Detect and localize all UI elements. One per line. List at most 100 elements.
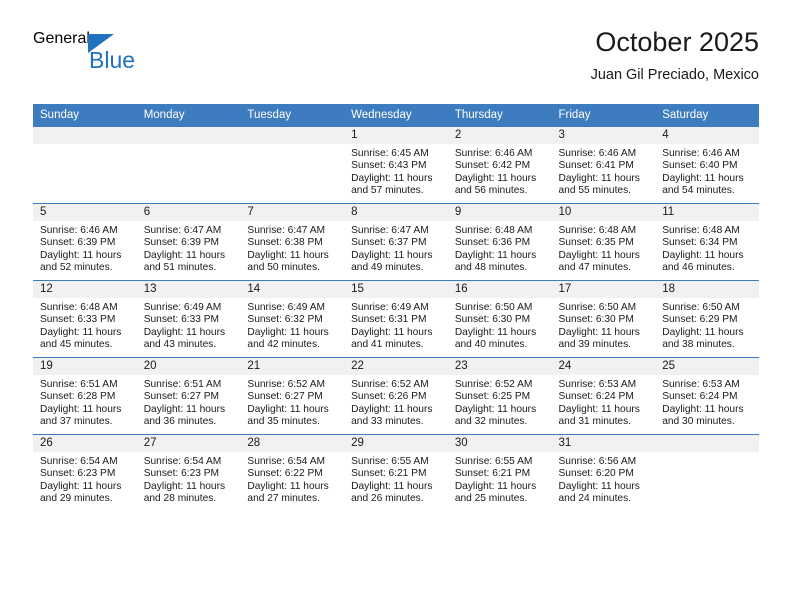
day-cell[interactable]: 6 Sunrise: 6:47 AM Sunset: 6:39 PM Dayli… (136, 203, 241, 281)
day-cell[interactable]: 14 Sunrise: 6:49 AM Sunset: 6:32 PM Dayl… (240, 280, 345, 358)
day-cell[interactable] (33, 126, 137, 204)
daylight-text-line2: and 35 minutes. (247, 416, 320, 428)
day-cell[interactable]: 26 Sunrise: 6:54 AM Sunset: 6:23 PM Dayl… (33, 434, 137, 511)
day-number: 31 (551, 435, 656, 452)
daylight-text-line2: and 55 minutes. (558, 185, 632, 197)
day-details: Sunrise: 6:48 AM Sunset: 6:35 PM Dayligh… (552, 221, 656, 275)
day-details: Sunrise: 6:47 AM Sunset: 6:37 PM Dayligh… (344, 221, 448, 275)
day-cell[interactable]: 5 Sunrise: 6:46 AM Sunset: 6:39 PM Dayli… (33, 203, 137, 281)
sunset-text: Sunset: 6:37 PM (351, 237, 427, 249)
day-cell[interactable]: 18 Sunrise: 6:50 AM Sunset: 6:29 PM Dayl… (655, 280, 759, 358)
day-cell[interactable]: 27 Sunrise: 6:54 AM Sunset: 6:23 PM Dayl… (136, 434, 241, 511)
sunrise-text: Sunrise: 6:46 AM (558, 148, 637, 159)
day-number: 2 (447, 127, 552, 144)
day-details (33, 144, 137, 148)
daylight-text-line2: and 29 minutes. (40, 493, 113, 505)
week-row: 12 Sunrise: 6:48 AM Sunset: 6:33 PM Dayl… (33, 280, 759, 358)
day-cell[interactable]: 22 Sunrise: 6:52 AM Sunset: 6:26 PM Dayl… (344, 357, 448, 435)
day-number: 27 (136, 435, 241, 452)
sunset-text: Sunset: 6:21 PM (454, 468, 531, 480)
day-cell[interactable]: 29 Sunrise: 6:55 AM Sunset: 6:21 PM Dayl… (344, 434, 448, 511)
day-number: 28 (240, 435, 345, 452)
daylight-text-line1: Daylight: 11 hours (558, 403, 640, 415)
sunrise-text: Sunrise: 6:49 AM (143, 302, 222, 313)
day-cell[interactable]: 23 Sunrise: 6:52 AM Sunset: 6:25 PM Dayl… (447, 357, 552, 435)
daylight-text-line1: Daylight: 11 hours (351, 172, 433, 184)
day-cell[interactable]: 19 Sunrise: 6:51 AM Sunset: 6:28 PM Dayl… (33, 357, 137, 435)
day-cell[interactable]: 2 Sunrise: 6:46 AM Sunset: 6:42 PM Dayli… (447, 126, 552, 204)
daylight-text-line1: Daylight: 11 hours (454, 172, 537, 184)
daylight-text-line1: Daylight: 11 hours (247, 403, 329, 415)
day-number: 18 (655, 281, 759, 298)
day-cell[interactable]: 17 Sunrise: 6:50 AM Sunset: 6:30 PM Dayl… (551, 280, 656, 358)
day-cell[interactable] (240, 126, 345, 204)
day-number: 26 (33, 435, 137, 452)
day-cell[interactable]: 3 Sunrise: 6:46 AM Sunset: 6:41 PM Dayli… (551, 126, 656, 204)
day-details: Sunrise: 6:50 AM Sunset: 6:30 PM Dayligh… (552, 298, 656, 352)
calendar-body: 1 Sunrise: 6:45 AM Sunset: 6:43 PM Dayli… (33, 126, 759, 511)
day-cell[interactable]: 30 Sunrise: 6:55 AM Sunset: 6:21 PM Dayl… (447, 434, 552, 511)
sunset-text: Sunset: 6:40 PM (662, 160, 738, 172)
day-number (33, 127, 137, 144)
weekday-header-wednesday: Wednesday (344, 104, 448, 127)
daylight-text-line1: Daylight: 11 hours (40, 326, 122, 338)
day-details: Sunrise: 6:46 AM Sunset: 6:42 PM Dayligh… (448, 144, 552, 198)
weekday-header-friday: Friday (551, 104, 656, 127)
daylight-text-line2: and 46 minutes. (662, 262, 735, 274)
daylight-text-line2: and 51 minutes. (143, 262, 217, 274)
day-cell[interactable]: 28 Sunrise: 6:54 AM Sunset: 6:22 PM Dayl… (240, 434, 345, 511)
day-cell[interactable]: 15 Sunrise: 6:49 AM Sunset: 6:31 PM Dayl… (344, 280, 448, 358)
sunset-text: Sunset: 6:32 PM (247, 314, 323, 326)
day-details: Sunrise: 6:54 AM Sunset: 6:23 PM Dayligh… (33, 452, 137, 506)
day-cell[interactable]: 12 Sunrise: 6:48 AM Sunset: 6:33 PM Dayl… (33, 280, 137, 358)
sunrise-text: Sunrise: 6:47 AM (247, 225, 325, 236)
sunset-text: Sunset: 6:24 PM (662, 391, 738, 403)
daylight-text-line2: and 31 minutes. (558, 416, 632, 428)
day-cell[interactable]: 10 Sunrise: 6:48 AM Sunset: 6:35 PM Dayl… (551, 203, 656, 281)
day-cell[interactable]: 24 Sunrise: 6:53 AM Sunset: 6:24 PM Dayl… (551, 357, 656, 435)
page-title: October 2025 (595, 27, 759, 57)
day-details: Sunrise: 6:49 AM Sunset: 6:31 PM Dayligh… (344, 298, 448, 352)
day-cell[interactable] (655, 434, 759, 511)
day-number: 25 (655, 358, 759, 375)
daylight-text-line1: Daylight: 11 hours (558, 480, 640, 492)
day-cell[interactable]: 8 Sunrise: 6:47 AM Sunset: 6:37 PM Dayli… (344, 203, 448, 281)
day-cell[interactable]: 21 Sunrise: 6:52 AM Sunset: 6:27 PM Dayl… (240, 357, 345, 435)
page-subtitle: Juan Gil Preciado, Mexico (590, 67, 759, 83)
day-cell[interactable]: 20 Sunrise: 6:51 AM Sunset: 6:27 PM Dayl… (136, 357, 241, 435)
day-number: 6 (136, 204, 241, 221)
daylight-text-line1: Daylight: 11 hours (662, 326, 744, 338)
day-cell[interactable]: 1 Sunrise: 6:45 AM Sunset: 6:43 PM Dayli… (344, 126, 448, 204)
day-cell[interactable]: 13 Sunrise: 6:49 AM Sunset: 6:33 PM Dayl… (136, 280, 241, 358)
day-cell[interactable]: 7 Sunrise: 6:47 AM Sunset: 6:38 PM Dayli… (240, 203, 345, 281)
day-cell[interactable]: 9 Sunrise: 6:48 AM Sunset: 6:36 PM Dayli… (447, 203, 552, 281)
daylight-text-line2: and 56 minutes. (454, 185, 528, 197)
sunrise-text: Sunrise: 6:55 AM (454, 456, 533, 467)
sunrise-text: Sunrise: 6:48 AM (662, 225, 740, 236)
day-number: 21 (240, 358, 345, 375)
sunset-text: Sunset: 6:28 PM (40, 391, 116, 403)
day-cell[interactable] (136, 126, 241, 204)
day-cell[interactable]: 4 Sunrise: 6:46 AM Sunset: 6:40 PM Dayli… (655, 126, 759, 204)
day-cell[interactable]: 11 Sunrise: 6:48 AM Sunset: 6:34 PM Dayl… (655, 203, 759, 281)
sunset-text: Sunset: 6:35 PM (558, 237, 634, 249)
sunset-text: Sunset: 6:39 PM (40, 237, 116, 249)
title-block: October 2025 Juan Gil Preciado, Mexico (591, 26, 759, 85)
day-number: 16 (447, 281, 552, 298)
day-cell[interactable]: 25 Sunrise: 6:53 AM Sunset: 6:24 PM Dayl… (655, 357, 759, 435)
daylight-text-line1: Daylight: 11 hours (351, 326, 433, 338)
daylight-text-line1: Daylight: 11 hours (454, 480, 537, 492)
daylight-text-line1: Daylight: 11 hours (454, 249, 537, 261)
day-details: Sunrise: 6:48 AM Sunset: 6:33 PM Dayligh… (33, 298, 137, 352)
sunrise-text: Sunrise: 6:48 AM (454, 225, 533, 236)
sunrise-text: Sunrise: 6:46 AM (40, 225, 118, 236)
day-cell[interactable]: 16 Sunrise: 6:50 AM Sunset: 6:30 PM Dayl… (447, 280, 552, 358)
weekday-header-tuesday: Tuesday (240, 104, 345, 127)
day-cell[interactable]: 31 Sunrise: 6:56 AM Sunset: 6:20 PM Dayl… (551, 434, 656, 511)
daylight-text-line1: Daylight: 11 hours (40, 403, 122, 415)
daylight-text-line2: and 57 minutes. (351, 185, 424, 197)
logo-text-general: General (33, 30, 90, 47)
sunrise-text: Sunrise: 6:47 AM (351, 225, 429, 236)
daylight-text-line1: Daylight: 11 hours (247, 480, 329, 492)
daylight-text-line1: Daylight: 11 hours (247, 249, 329, 261)
